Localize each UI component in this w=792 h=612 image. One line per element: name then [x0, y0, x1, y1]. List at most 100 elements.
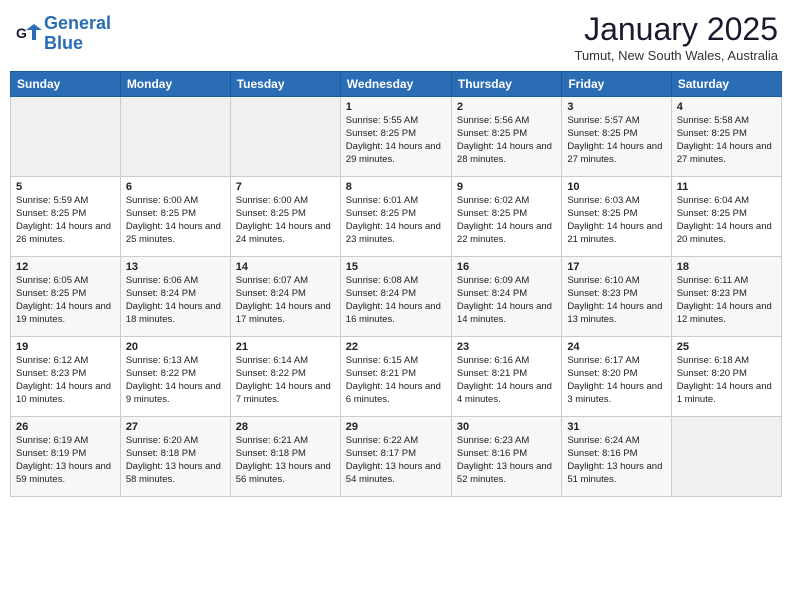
day-number: 5 — [16, 181, 115, 193]
svg-text:G: G — [16, 25, 27, 41]
calendar-cell: 15Sunrise: 6:08 AM Sunset: 8:24 PM Dayli… — [340, 257, 451, 337]
day-number: 16 — [457, 261, 556, 273]
day-number: 19 — [16, 341, 115, 353]
calendar-week-row: 26 Sunrise: 6:19 AM Sunset: 8:19 PM Dayli… — [11, 417, 782, 497]
logo-text: General Blue — [44, 14, 111, 54]
calendar-cell: 19Sunrise: 6:12 AM Sunset: 8:23 PM Dayli… — [11, 337, 121, 417]
day-info: Sunrise: 6:01 AM Sunset: 8:25 PM Dayligh… — [346, 195, 446, 246]
day-number: 15 — [346, 261, 446, 273]
day-number: 23 — [457, 341, 556, 353]
day-info: Sunrise: 6:10 AM Sunset: 8:23 PM Dayligh… — [567, 275, 665, 326]
weekday-header: Saturday — [671, 72, 781, 97]
calendar-cell: 8 Sunrise: 6:01 AM Sunset: 8:25 PM Daylig… — [340, 177, 451, 257]
calendar-cell: 23 Sunrise: 6:16 AM Sunset: 8:21 PM Dayli… — [451, 337, 561, 417]
calendar-cell: 31 Sunrise: 6:24 AM Sunset: 8:16 PM Dayli… — [562, 417, 671, 497]
calendar-week-row: 19Sunrise: 6:12 AM Sunset: 8:23 PM Dayli… — [11, 337, 782, 417]
day-info: Sunrise: 6:24 AM Sunset: 8:16 PM Dayligh… — [567, 435, 665, 486]
day-info: Sunrise: 6:02 AM Sunset: 8:25 PM Dayligh… — [457, 195, 556, 246]
day-info: Sunrise: 6:15 AM Sunset: 8:21 PM Dayligh… — [346, 355, 446, 406]
day-info: Sunrise: 6:00 AM Sunset: 8:25 PM Dayligh… — [126, 195, 225, 246]
logo-icon: G — [14, 20, 42, 48]
calendar-cell: 3 Sunrise: 5:57 AM Sunset: 8:25 PM Daylig… — [562, 97, 671, 177]
day-number: 11 — [677, 181, 776, 193]
day-number: 1 — [346, 101, 446, 113]
calendar-cell: 16 Sunrise: 6:09 AM Sunset: 8:24 PM Dayli… — [451, 257, 561, 337]
day-number: 20 — [126, 341, 225, 353]
day-info: Sunrise: 5:57 AM Sunset: 8:25 PM Dayligh… — [567, 115, 665, 166]
location: Tumut, New South Wales, Australia — [574, 48, 778, 63]
page-header: G General Blue January 2025 Tumut, New S… — [10, 10, 782, 63]
day-info: Sunrise: 6:03 AM Sunset: 8:25 PM Dayligh… — [567, 195, 665, 246]
calendar-cell: 20Sunrise: 6:13 AM Sunset: 8:22 PM Dayli… — [120, 337, 230, 417]
calendar-cell: 18Sunrise: 6:11 AM Sunset: 8:23 PM Dayli… — [671, 257, 781, 337]
calendar-cell — [671, 417, 781, 497]
calendar-cell: 4 Sunrise: 5:58 AM Sunset: 8:25 PM Daylig… — [671, 97, 781, 177]
day-info: Sunrise: 6:09 AM Sunset: 8:24 PM Dayligh… — [457, 275, 556, 326]
calendar-cell: 30Sunrise: 6:23 AM Sunset: 8:16 PM Dayli… — [451, 417, 561, 497]
logo: G General Blue — [14, 14, 111, 54]
calendar-cell — [120, 97, 230, 177]
day-info: Sunrise: 6:07 AM Sunset: 8:24 PM Dayligh… — [236, 275, 335, 326]
day-info: Sunrise: 5:56 AM Sunset: 8:25 PM Dayligh… — [457, 115, 556, 166]
calendar-cell: 22 Sunrise: 6:15 AM Sunset: 8:21 PM Dayli… — [340, 337, 451, 417]
weekday-header: Friday — [562, 72, 671, 97]
calendar-cell: 29 Sunrise: 6:22 AM Sunset: 8:17 PM Dayli… — [340, 417, 451, 497]
day-number: 8 — [346, 181, 446, 193]
calendar-cell: 9 Sunrise: 6:02 AM Sunset: 8:25 PM Daylig… — [451, 177, 561, 257]
calendar-cell — [230, 97, 340, 177]
calendar-header-row: SundayMondayTuesdayWednesdayThursdayFrid… — [11, 72, 782, 97]
day-number: 21 — [236, 341, 335, 353]
day-number: 2 — [457, 101, 556, 113]
calendar-cell: 25 Sunrise: 6:18 AM Sunset: 8:20 PM Dayli… — [671, 337, 781, 417]
day-number: 7 — [236, 181, 335, 193]
day-info: Sunrise: 6:06 AM Sunset: 8:24 PM Dayligh… — [126, 275, 225, 326]
day-info: Sunrise: 6:23 AM Sunset: 8:16 PM Dayligh… — [457, 435, 556, 486]
day-number: 3 — [567, 101, 665, 113]
day-number: 13 — [126, 261, 225, 273]
day-info: Sunrise: 6:04 AM Sunset: 8:25 PM Dayligh… — [677, 195, 776, 246]
calendar-cell: 17 Sunrise: 6:10 AM Sunset: 8:23 PM Dayli… — [562, 257, 671, 337]
day-number: 29 — [346, 421, 446, 433]
calendar-cell: 2 Sunrise: 5:56 AM Sunset: 8:25 PM Daylig… — [451, 97, 561, 177]
calendar-cell: 7 Sunrise: 6:00 AM Sunset: 8:25 PM Daylig… — [230, 177, 340, 257]
day-info: Sunrise: 5:58 AM Sunset: 8:25 PM Dayligh… — [677, 115, 776, 166]
day-number: 14 — [236, 261, 335, 273]
day-info: Sunrise: 6:17 AM Sunset: 8:20 PM Dayligh… — [567, 355, 665, 406]
day-number: 26 — [16, 421, 115, 433]
day-info: Sunrise: 5:59 AM Sunset: 8:25 PM Dayligh… — [16, 195, 115, 246]
day-info: Sunrise: 5:55 AM Sunset: 8:25 PM Dayligh… — [346, 115, 446, 166]
calendar-cell: 26 Sunrise: 6:19 AM Sunset: 8:19 PM Dayli… — [11, 417, 121, 497]
day-number: 27 — [126, 421, 225, 433]
weekday-header: Thursday — [451, 72, 561, 97]
calendar-cell: 10Sunrise: 6:03 AM Sunset: 8:25 PM Dayli… — [562, 177, 671, 257]
day-info: Sunrise: 6:11 AM Sunset: 8:23 PM Dayligh… — [677, 275, 776, 326]
calendar-cell: 27 Sunrise: 6:20 AM Sunset: 8:18 PM Dayli… — [120, 417, 230, 497]
day-number: 4 — [677, 101, 776, 113]
day-info: Sunrise: 6:20 AM Sunset: 8:18 PM Dayligh… — [126, 435, 225, 486]
day-number: 24 — [567, 341, 665, 353]
day-info: Sunrise: 6:18 AM Sunset: 8:20 PM Dayligh… — [677, 355, 776, 406]
logo-line2: Blue — [44, 33, 83, 53]
calendar-cell: 14 Sunrise: 6:07 AM Sunset: 8:24 PM Dayli… — [230, 257, 340, 337]
weekday-header: Sunday — [11, 72, 121, 97]
calendar-cell: 28Sunrise: 6:21 AM Sunset: 8:18 PM Dayli… — [230, 417, 340, 497]
calendar-week-row: 1 Sunrise: 5:55 AM Sunset: 8:25 PM Daylig… — [11, 97, 782, 177]
calendar-cell: 21Sunrise: 6:14 AM Sunset: 8:22 PM Dayli… — [230, 337, 340, 417]
day-info: Sunrise: 6:16 AM Sunset: 8:21 PM Dayligh… — [457, 355, 556, 406]
calendar-cell: 5 Sunrise: 5:59 AM Sunset: 8:25 PM Daylig… — [11, 177, 121, 257]
day-info: Sunrise: 6:00 AM Sunset: 8:25 PM Dayligh… — [236, 195, 335, 246]
weekday-header: Tuesday — [230, 72, 340, 97]
day-info: Sunrise: 6:19 AM Sunset: 8:19 PM Dayligh… — [16, 435, 115, 486]
day-number: 17 — [567, 261, 665, 273]
day-number: 12 — [16, 261, 115, 273]
calendar-cell: 11 Sunrise: 6:04 AM Sunset: 8:25 PM Dayli… — [671, 177, 781, 257]
day-number: 9 — [457, 181, 556, 193]
day-number: 25 — [677, 341, 776, 353]
calendar-table: SundayMondayTuesdayWednesdayThursdayFrid… — [10, 71, 782, 497]
day-number: 22 — [346, 341, 446, 353]
day-number: 31 — [567, 421, 665, 433]
day-info: Sunrise: 6:22 AM Sunset: 8:17 PM Dayligh… — [346, 435, 446, 486]
calendar-cell: 24 Sunrise: 6:17 AM Sunset: 8:20 PM Dayli… — [562, 337, 671, 417]
calendar-cell: 6Sunrise: 6:00 AM Sunset: 8:25 PM Daylig… — [120, 177, 230, 257]
logo-line1: General — [44, 13, 111, 33]
